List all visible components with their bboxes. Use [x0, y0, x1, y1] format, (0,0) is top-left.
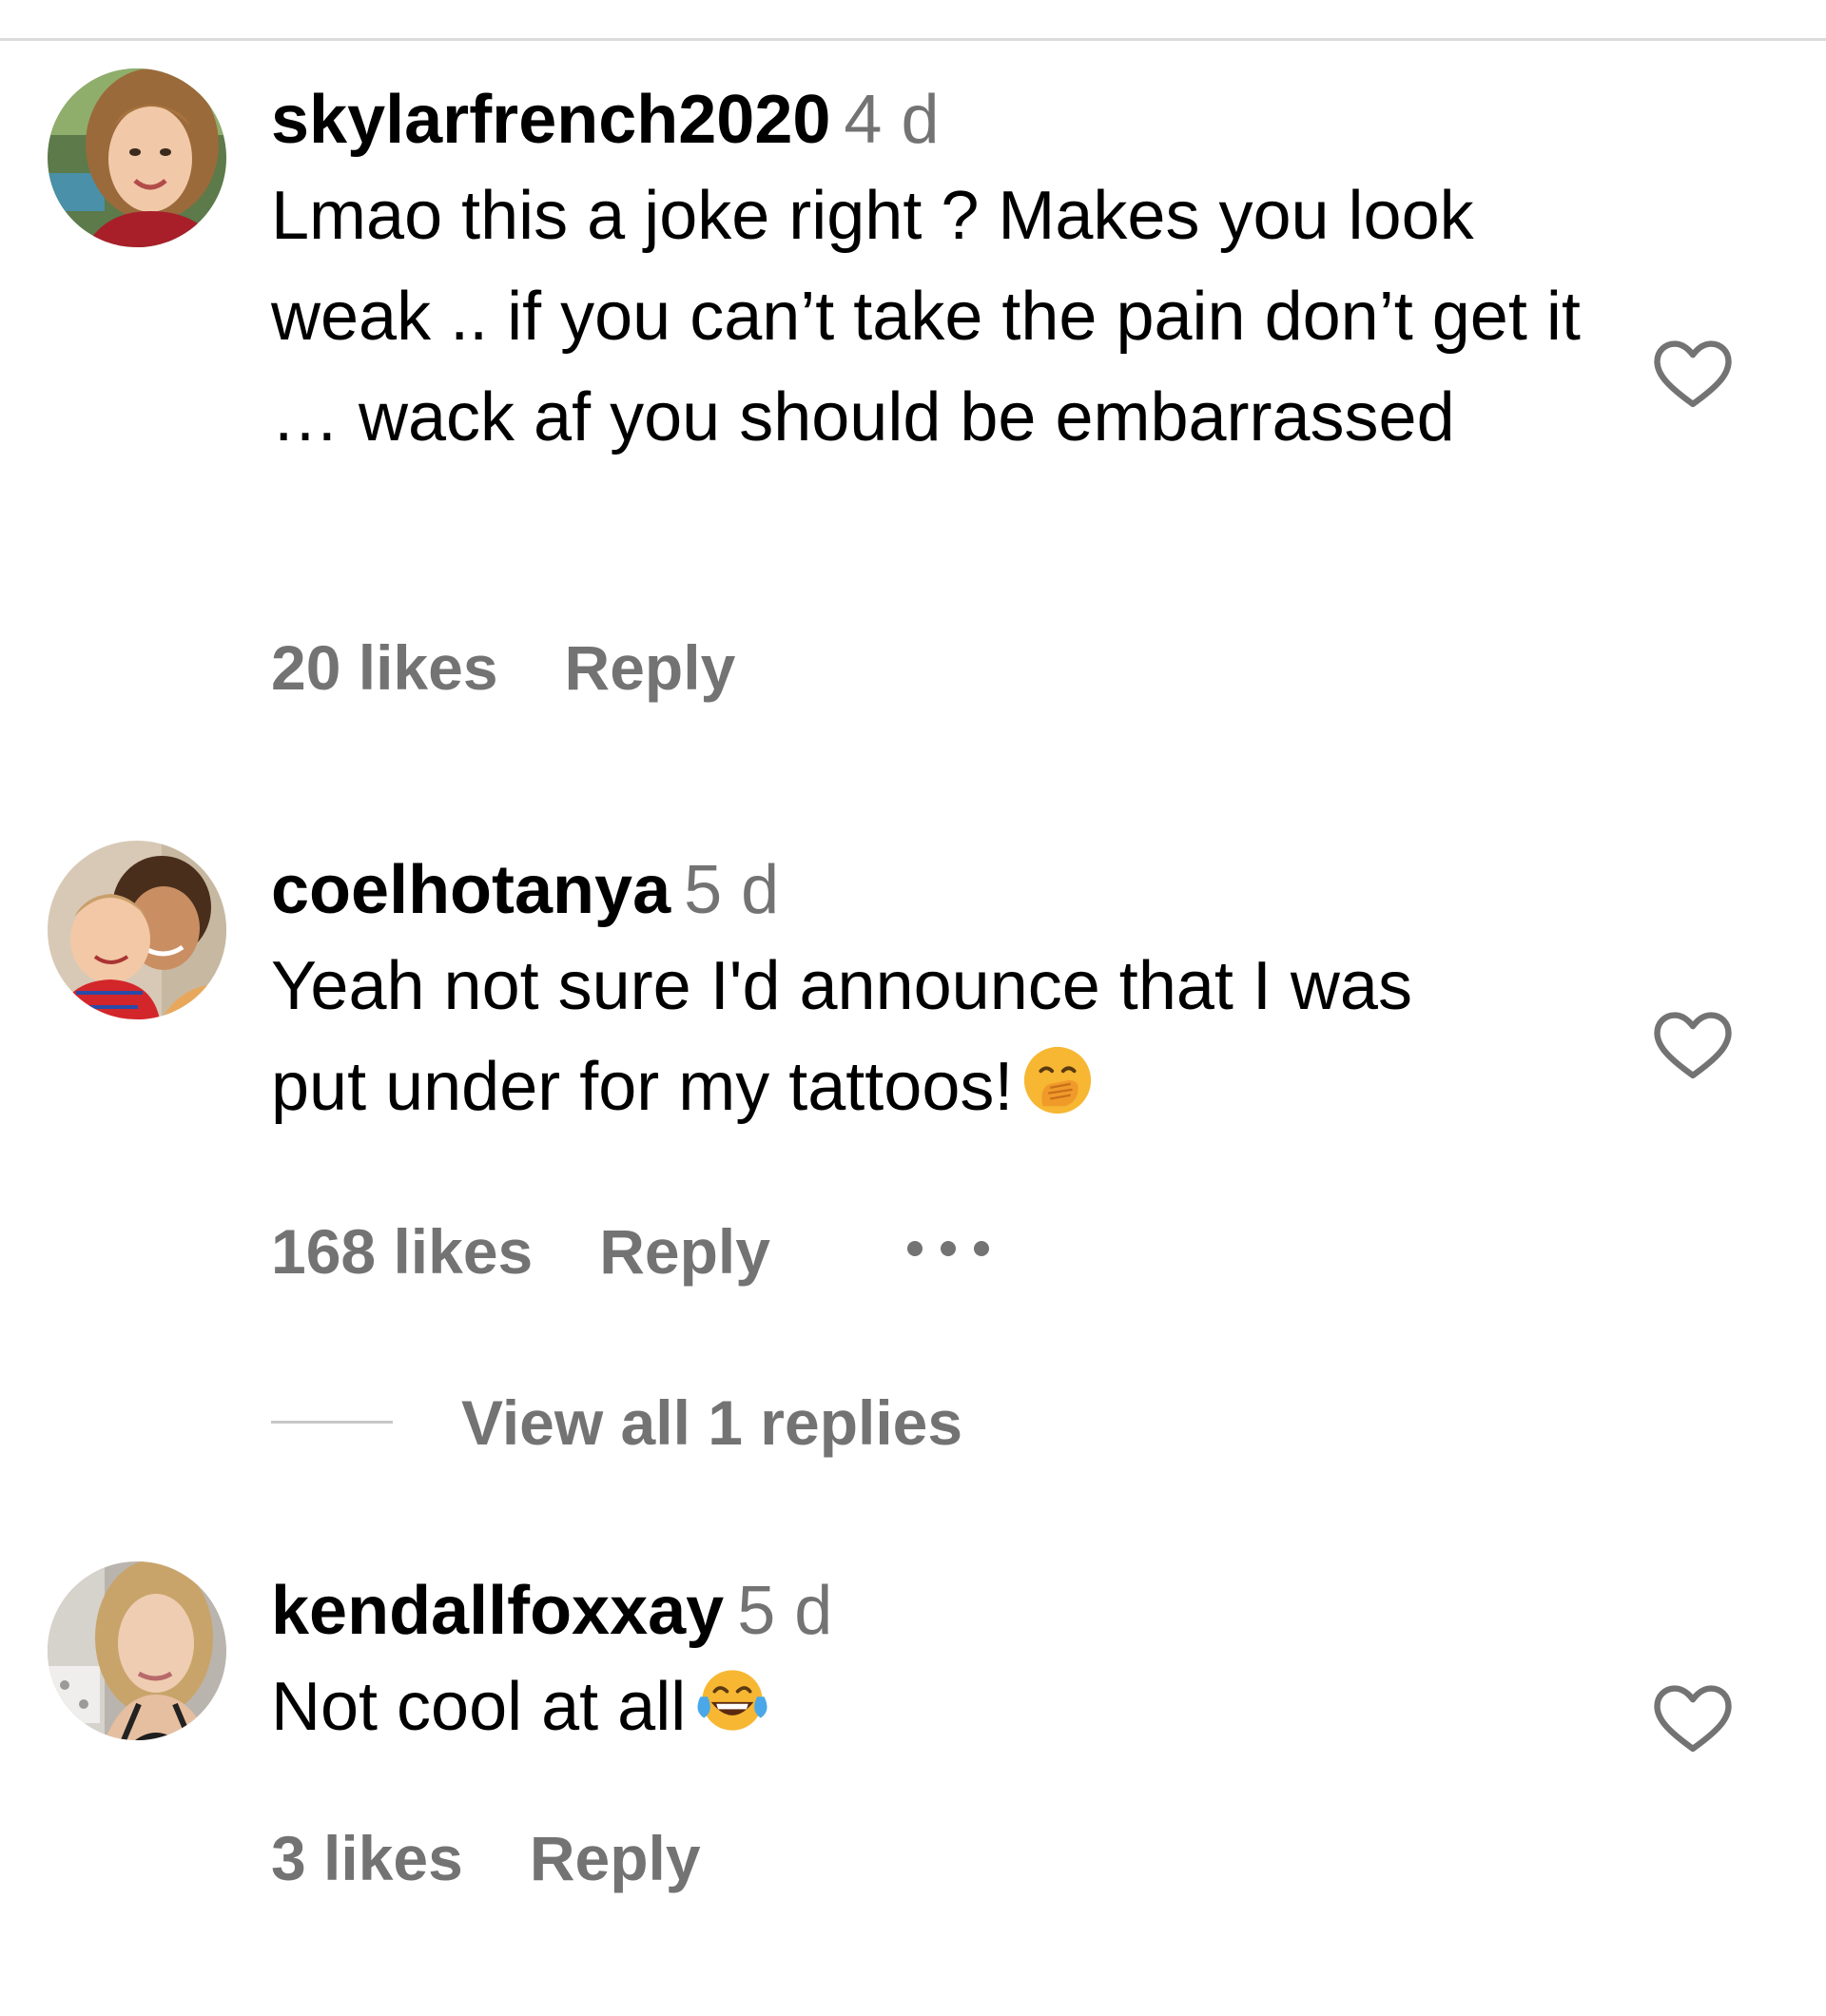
comment-username[interactable]: skylarfrench2020	[271, 82, 830, 158]
comment-text-content: Yeah not sure I'd announce that I was pu…	[271, 948, 1412, 1125]
replies-divider	[271, 1421, 393, 1424]
reply-button[interactable]: Reply	[565, 630, 736, 706]
reply-button[interactable]: Reply	[599, 1213, 770, 1289]
comment-actions: 3 likes Reply	[271, 1820, 701, 1896]
view-replies-label: View all 1 replies	[461, 1387, 963, 1458]
avatar[interactable]	[48, 1561, 226, 1740]
comment-username[interactable]: kendallfoxxay	[271, 1573, 724, 1649]
heart-outline-icon[interactable]	[1650, 1002, 1736, 1088]
likes-count[interactable]: 168 likes	[271, 1213, 533, 1289]
comment-header: skylarfrench2020 4 d	[271, 74, 1603, 165]
heart-outline-icon[interactable]	[1650, 1676, 1736, 1761]
reply-button[interactable]: Reply	[530, 1820, 701, 1896]
comment-timestamp[interactable]: 5 d	[684, 852, 779, 928]
comment-header: coelhotanya 5 d	[271, 844, 1603, 936]
more-options-icon[interactable]	[903, 1200, 993, 1276]
comment-timestamp[interactable]: 5 d	[737, 1573, 832, 1649]
face-with-hand-over-mouth-icon	[1020, 1043, 1095, 1145]
comment-text: Yeah not sure I'd announce that I was pu…	[271, 936, 1469, 1145]
avatar[interactable]	[48, 841, 226, 1019]
comment-username[interactable]: coelhotanya	[271, 852, 670, 928]
likes-count[interactable]: 20 likes	[271, 630, 498, 706]
comment-text: Not cool at all	[271, 1657, 1469, 1765]
face-with-tears-of-joy-icon	[693, 1663, 771, 1765]
view-replies-button[interactable]: View all 1 replies	[271, 1385, 962, 1461]
comment-text-content: Lmao this a joke right ? Makes you look …	[271, 178, 1581, 456]
comment-actions: 168 likes Reply	[271, 1200, 993, 1289]
likes-count[interactable]: 3 likes	[271, 1820, 463, 1896]
avatar[interactable]	[48, 68, 226, 247]
comment-header: kendallfoxxay 5 d	[271, 1565, 1603, 1657]
top-divider	[0, 38, 1826, 41]
comment-actions: 20 likes Reply	[271, 630, 735, 706]
comment-text-content: Not cool at all	[271, 1669, 687, 1745]
comment-timestamp[interactable]: 4 d	[844, 82, 939, 158]
comment-text: Lmao this a joke right ? Makes you look …	[271, 165, 1612, 468]
heart-outline-icon[interactable]	[1650, 331, 1736, 417]
